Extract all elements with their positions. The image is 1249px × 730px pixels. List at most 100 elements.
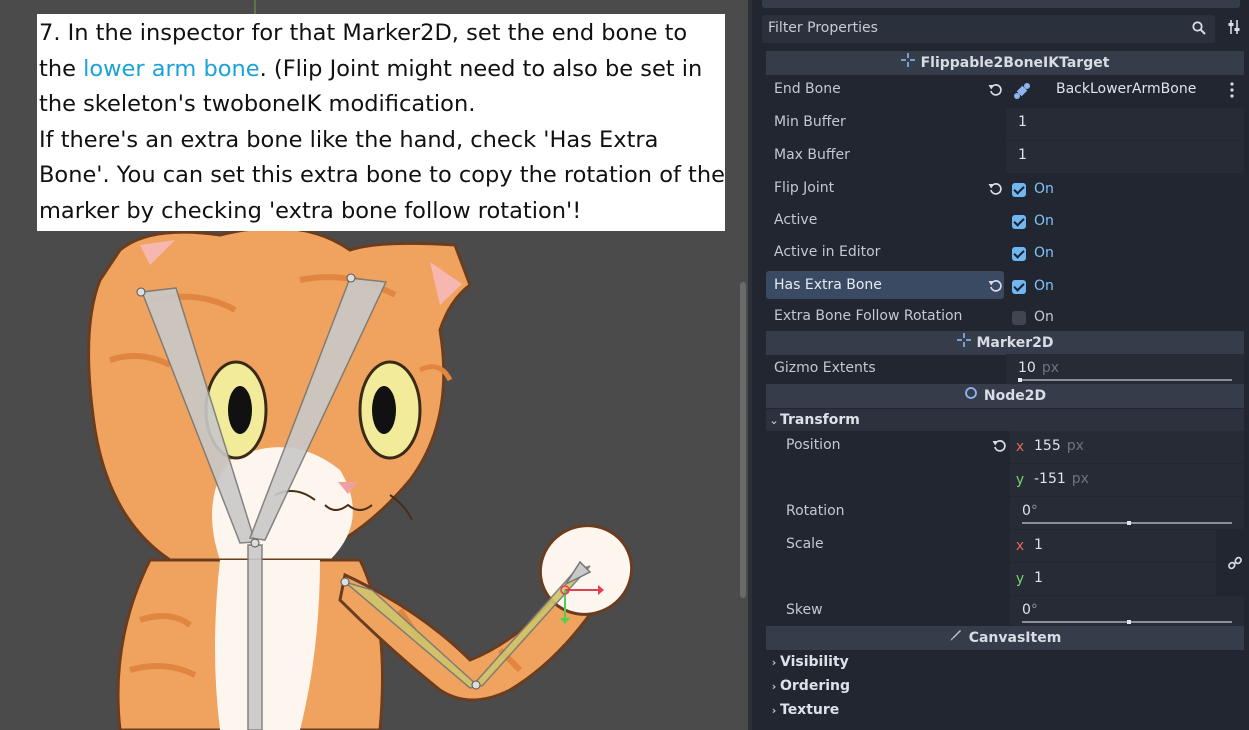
- position-unit: px: [1071, 471, 1089, 487]
- revert-icon[interactable]: [988, 278, 1003, 297]
- filter-properties-input[interactable]: Filter Properties: [762, 15, 1215, 43]
- skew-value: 0: [1022, 602, 1031, 618]
- flip-joint-label: Flip Joint: [774, 180, 835, 196]
- end-bone-value: BackLowerArmBone: [1056, 81, 1197, 97]
- flip-joint-field[interactable]: On: [1006, 174, 1244, 206]
- active-label: Active: [774, 212, 818, 228]
- revert-icon[interactable]: [992, 438, 1007, 457]
- extra-bone-follow-rotation-label: Extra Bone Follow Rotation: [774, 308, 963, 324]
- section-canvas-item[interactable]: CanvasItem: [766, 626, 1244, 650]
- active-checkbox[interactable]: [1012, 215, 1026, 229]
- min-buffer-label: Min Buffer: [774, 114, 846, 130]
- marker-icon: [900, 51, 915, 75]
- section-node2d[interactable]: Node2D: [766, 384, 1244, 408]
- object-tools-icon[interactable]: [1227, 19, 1241, 39]
- gizmo-extents-value: 10: [1018, 360, 1036, 376]
- section-ik-target-label: Flippable2BoneIKTarget: [920, 55, 1110, 71]
- prop-skew: Skew 0°: [766, 596, 1244, 628]
- prop-position-x: Position x 155 px: [766, 431, 1244, 463]
- scale-y-value: 1: [1034, 570, 1043, 586]
- position-y-field[interactable]: y -151 px: [1010, 464, 1244, 496]
- prop-extra-bone-follow-rotation: Extra Bone Follow Rotation On: [766, 302, 1244, 334]
- active-in-editor-field[interactable]: On: [1006, 238, 1244, 270]
- flip-joint-checkbox[interactable]: [1012, 183, 1026, 197]
- active-in-editor-label: Active in Editor: [774, 244, 881, 260]
- revert-icon[interactable]: [988, 82, 1003, 101]
- max-buffer-field[interactable]: 1: [1006, 141, 1244, 173]
- gizmo-extents-field[interactable]: 10 px: [1006, 354, 1244, 386]
- chevron-right-icon: ›: [771, 656, 777, 669]
- group-transform[interactable]: ⌄Transform: [766, 409, 1244, 431]
- position-x-number: 155 px: [1034, 438, 1084, 454]
- revert-icon[interactable]: [988, 181, 1003, 200]
- scale-y-field[interactable]: y 1: [1010, 563, 1216, 595]
- end-bone-label: End Bone: [774, 81, 841, 97]
- active-field[interactable]: On: [1006, 206, 1244, 238]
- axis-x-label: x: [1015, 538, 1025, 554]
- extra-bone-follow-rotation-field[interactable]: On: [1006, 302, 1244, 334]
- prop-position-y: y -151 px: [766, 464, 1244, 496]
- section-canvas-item-label: CanvasItem: [968, 630, 1062, 646]
- has-extra-bone-checkbox[interactable]: [1012, 280, 1026, 294]
- prop-gizmo-extents: Gizmo Extents 10 px: [766, 354, 1244, 386]
- max-buffer-value: 1: [1018, 147, 1027, 163]
- section-ik-target[interactable]: Flippable2BoneIKTarget: [766, 51, 1244, 75]
- skew-number: 0°: [1022, 602, 1038, 618]
- callout-highlight: lower arm bone: [83, 55, 260, 82]
- prop-has-extra-bone: Has Extra Bone On: [766, 271, 1244, 303]
- chevron-right-icon: ›: [771, 680, 777, 693]
- group-ordering-label: Ordering: [780, 678, 851, 694]
- scale-x-field[interactable]: x 1: [1010, 530, 1216, 562]
- skew-slider[interactable]: [1022, 620, 1232, 624]
- min-buffer-field[interactable]: 1: [1006, 108, 1244, 140]
- prop-max-buffer: Max Buffer 1: [766, 141, 1244, 173]
- end-bone-field[interactable]: BackLowerArmBone: [1006, 75, 1244, 107]
- callout-text-line2: If there's an extra bone like the hand, …: [39, 126, 725, 224]
- gizmo-extents-unit: px: [1041, 360, 1059, 376]
- group-texture[interactable]: › Texture: [766, 699, 1244, 721]
- rotation-number: 0°: [1022, 503, 1038, 519]
- gizmo-extents-slider[interactable]: [1018, 378, 1232, 382]
- group-visibility[interactable]: › Visibility: [766, 651, 1244, 673]
- position-x-field[interactable]: x 155 px: [1010, 431, 1244, 463]
- more-options-icon[interactable]: [1230, 82, 1234, 102]
- section-node2d-label: Node2D: [983, 388, 1047, 404]
- group-ordering[interactable]: › Ordering: [766, 675, 1244, 697]
- position-y-number: -151 px: [1034, 471, 1089, 487]
- slider-knob[interactable]: [1018, 378, 1022, 382]
- active-in-editor-checkbox[interactable]: [1012, 247, 1026, 261]
- group-texture-label: Texture: [780, 702, 840, 718]
- prop-flip-joint: Flip Joint On: [766, 174, 1244, 206]
- node2d-icon: [964, 384, 978, 408]
- object-header-strip[interactable]: [762, 0, 1240, 8]
- degree-symbol: °: [1030, 503, 1038, 519]
- extra-bone-follow-rotation-checkbox[interactable]: [1012, 311, 1026, 325]
- inspector-panel: Filter Properties Flippable2BoneIKTarget…: [752, 0, 1249, 730]
- link-icon[interactable]: [1228, 556, 1242, 574]
- slider-knob[interactable]: [1127, 620, 1131, 624]
- axis-y-label: y: [1015, 472, 1025, 488]
- degree-symbol: °: [1030, 602, 1038, 618]
- section-marker2d[interactable]: Marker2D: [766, 331, 1244, 355]
- prop-scale-x: Scale x 1: [766, 530, 1244, 562]
- rotation-field[interactable]: 0°: [1010, 497, 1244, 529]
- position-unit: px: [1066, 438, 1084, 454]
- viewport-scrollbar[interactable]: [740, 282, 746, 598]
- group-transform-label: Transform: [780, 412, 860, 428]
- scale-label: Scale: [786, 536, 824, 552]
- slider-knob[interactable]: [1127, 521, 1131, 525]
- group-visibility-label: Visibility: [780, 654, 849, 670]
- extra-bone-follow-rotation-state: On: [1034, 309, 1054, 325]
- prop-end-bone: End Bone BackLowerArmBone: [766, 75, 1244, 107]
- has-extra-bone-field[interactable]: On: [1006, 271, 1244, 303]
- search-icon: [1192, 21, 1206, 39]
- editor-viewport[interactable]: 7. In the inspector for that Marker2D, s…: [0, 0, 748, 730]
- skew-field[interactable]: 0°: [1010, 596, 1244, 628]
- has-extra-bone-state: On: [1034, 278, 1054, 294]
- prop-scale-y: y 1: [766, 563, 1244, 595]
- active-state: On: [1034, 213, 1054, 229]
- gizmo-extents-label: Gizmo Extents: [774, 360, 876, 376]
- position-label: Position: [786, 437, 841, 453]
- rotation-slider[interactable]: [1022, 521, 1232, 525]
- filter-placeholder: Filter Properties: [768, 20, 878, 36]
